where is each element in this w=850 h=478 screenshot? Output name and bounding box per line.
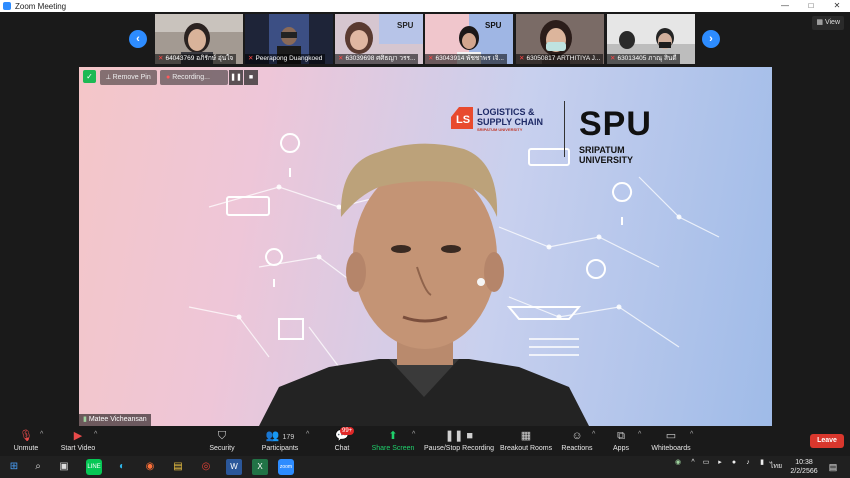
share-caret-icon[interactable]: ^: [412, 431, 415, 438]
mic-muted-icon: ✕: [428, 55, 434, 62]
whiteboards-button[interactable]: ▭ Whiteboards: [650, 428, 692, 453]
participant-tile[interactable]: SPU ✕ 63043914 พัชชาพร เจิ...: [425, 14, 513, 64]
zoom-taskbar-icon[interactable]: zoom: [278, 459, 294, 475]
word-icon[interactable]: W: [226, 459, 242, 475]
volume-icon[interactable]: ♪: [742, 458, 754, 467]
participant-strip: ‹ ✕ 64043769 อภิรักษ์ อุ่นใจ ✕ Peerapong D…: [0, 12, 850, 66]
participant-name: ✕ 63039698 ศศิธญา วรร...: [335, 54, 419, 64]
participant-tile[interactable]: ✕ 64043769 อภิรักษ์ อุ่นใจ: [155, 14, 243, 64]
chrome-icon[interactable]: ◎: [198, 459, 214, 475]
participant-tile[interactable]: ✕ 63013405 ภาณุ สินดี: [607, 14, 695, 64]
pause-stop-icon: ❚❚ ■: [444, 430, 474, 442]
reactions-icon: ☺: [571, 430, 583, 442]
participant-name: ✕ 64043769 อภิรักษ์ อุ่นใจ: [155, 54, 237, 64]
file-explorer-icon[interactable]: ▤: [170, 459, 186, 475]
excel-icon[interactable]: X: [252, 459, 268, 475]
edge-browser-icon[interactable]: ◐: [114, 459, 130, 475]
windows-taskbar: ⊞ ⌕ ▣ LINE ◐ ◉ ▤ ◎ W X zoom ◉ ^ ▭ ▸ ● ♪ …: [0, 456, 850, 478]
pause-recording-icon[interactable]: ❚❚: [229, 70, 243, 85]
view-button[interactable]: ▦ View: [812, 16, 844, 30]
participant-tile[interactable]: ✕ Peerapong Duangkoed: [245, 14, 333, 64]
breakout-rooms-icon: ▦: [520, 430, 532, 442]
close-button[interactable]: ✕: [824, 0, 850, 12]
whiteboard-icon: ▭: [665, 430, 677, 442]
apps-icon: ⧉: [617, 430, 625, 442]
camera-tray-icon[interactable]: ▸: [714, 458, 726, 467]
mic-muted-icon: ✕: [519, 55, 525, 62]
window-title: Zoom Meeting: [15, 1, 67, 11]
search-icon[interactable]: ⌕: [30, 459, 46, 475]
video-options-caret-icon[interactable]: ^: [94, 431, 97, 438]
mic-muted-icon: ✕: [248, 55, 254, 62]
participants-button[interactable]: 👥 179 Participants: [258, 428, 302, 453]
participants-caret-icon[interactable]: ^: [306, 431, 309, 438]
tray-app-icon[interactable]: ◉: [672, 458, 684, 467]
apps-button[interactable]: ⧉ Apps: [606, 428, 636, 453]
share-screen-button[interactable]: ⬆ Share Screen: [370, 428, 416, 453]
input-language[interactable]: ไทย: [768, 458, 784, 476]
chat-button[interactable]: 💬 99+ Chat: [326, 427, 358, 453]
zoom-app-icon: [3, 2, 11, 10]
notifications-icon[interactable]: ▤: [826, 458, 840, 476]
share-screen-icon: ⬆: [388, 430, 398, 442]
reactions-caret-icon[interactable]: ^: [592, 431, 595, 438]
minimize-button[interactable]: —: [772, 0, 798, 12]
speaker-person: [259, 143, 589, 426]
network-icon[interactable]: ▭: [700, 458, 712, 467]
pin-icon: ⟂: [106, 74, 111, 81]
participant-name: ✕ 63013405 ภาณุ สินดี: [607, 54, 680, 64]
previous-page-button[interactable]: ‹: [129, 30, 147, 48]
svg-text:SPU: SPU: [485, 21, 502, 30]
participant-name: ✕ 63043914 พัชชาพร เจิ...: [425, 54, 507, 64]
battery-icon[interactable]: ▮: [756, 458, 768, 467]
shield-icon: ⛉: [217, 430, 227, 442]
line-app-icon[interactable]: LINE: [86, 459, 102, 475]
mic-tray-icon[interactable]: ●: [728, 458, 740, 467]
whiteboards-caret-icon[interactable]: ^: [690, 431, 693, 438]
audio-options-caret-icon[interactable]: ^: [40, 431, 43, 438]
participants-icon: 👥 179: [265, 430, 295, 442]
maximize-button[interactable]: □: [798, 0, 824, 12]
zoom-window: Zoom Meeting — □ ✕ ‹ ✕ 64043769 อภิรักษ์ …: [0, 0, 850, 478]
breakout-rooms-button[interactable]: ▦ Breakout Rooms: [500, 428, 552, 453]
pause-stop-recording-button[interactable]: ❚❚ ■ Pause/Stop Recording: [424, 428, 494, 453]
remove-pin-button[interactable]: ⟂ Remove Pin: [100, 70, 157, 85]
leave-button[interactable]: Leave: [810, 434, 844, 448]
participant-name: ✕ Peerapong Duangkoed: [245, 54, 326, 64]
active-speaker-video[interactable]: LS LOGISTICS & SUPPLY CHAIN SRIPATUM UNI…: [79, 67, 772, 426]
next-page-button[interactable]: ›: [702, 30, 720, 48]
firefox-icon[interactable]: ◉: [142, 459, 158, 475]
security-button[interactable]: ⛉ Security: [200, 428, 244, 453]
meeting-toolbar: 🎙 Unmute ^ ▶ Start Video ^ ⛉ Security 👥 …: [0, 426, 850, 456]
signal-icon: ▮: [83, 416, 87, 423]
participant-name: ✕ 63050817 ARTHITIYA J...: [516, 54, 604, 64]
stop-recording-icon[interactable]: ■: [244, 70, 258, 85]
task-view-icon[interactable]: ▣: [56, 459, 72, 475]
participant-tile[interactable]: SPU ✕ 63039698 ศศิธญา วรร...: [335, 14, 423, 64]
mic-muted-icon: ✕: [158, 55, 164, 62]
speaker-name-label: ▮ Matee Vicheansan: [79, 414, 151, 426]
chat-icon: 💬 99+: [335, 427, 355, 442]
apps-caret-icon[interactable]: ^: [638, 431, 641, 438]
reactions-button[interactable]: ☺ Reactions: [560, 428, 594, 453]
chat-count-badge: 99+: [340, 427, 355, 435]
security-shield-icon[interactable]: ✓: [83, 70, 96, 83]
mic-muted-icon: ✕: [338, 55, 344, 62]
windows-start-icon[interactable]: ⊞: [6, 459, 22, 475]
recording-cloud-icon: ●: [166, 74, 171, 81]
participant-tile[interactable]: ✕ 63050817 ARTHITIYA J...: [516, 14, 604, 64]
mic-muted-icon: ✕: [610, 55, 616, 62]
svg-text:SPU: SPU: [397, 21, 414, 30]
title-bar: Zoom Meeting — □ ✕: [0, 0, 850, 12]
taskbar-clock[interactable]: 10:38 2/2/2566: [786, 458, 822, 476]
tray-expand-icon[interactable]: ^: [688, 458, 698, 467]
recording-indicator: ● Recording...: [160, 70, 228, 85]
